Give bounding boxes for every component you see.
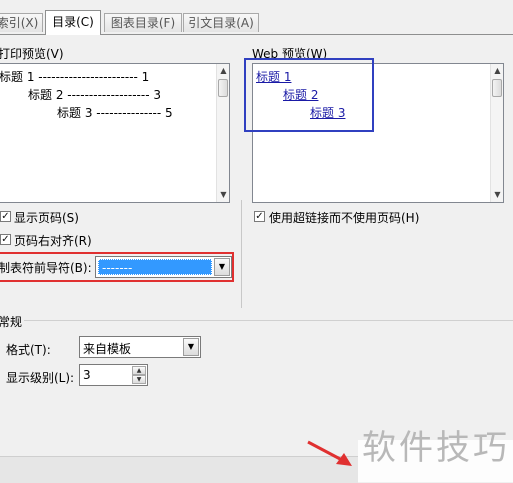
annotation-box-red [0,252,234,282]
tab-citations[interactable]: 引文目录(A) [183,13,259,32]
print-entry-3: 标题 3 --------------- 5 [57,106,173,120]
right-align-checkbox[interactable]: ✓ [0,234,11,245]
show-page-numbers-checkbox[interactable]: ✓ [0,211,11,222]
format-label: 格式(T): [6,343,51,357]
tab-citations-label: 引文目录(A) [188,16,254,30]
scroll-thumb[interactable] [492,79,502,97]
use-hyperlinks-checkbox[interactable]: ✓ [254,211,265,222]
tab-index-label: 索引(X) [0,16,39,30]
spin-up-icon[interactable]: ▲ [132,366,146,375]
column-divider [241,200,242,308]
print-entry-1: 标题 1 ----------------------- 1 [0,70,150,84]
annotation-box-blue [244,58,374,132]
right-align-label: 页码右对齐(R) [14,234,92,248]
tab-figures-label: 图表目录(F) [110,16,176,30]
print-preview-box: 标题 1 ----------------------- 1 标题 2 ----… [0,63,230,203]
tab-toc-label: 目录(C) [52,15,94,29]
tab-bar: 索引(X) 目录(C) 图表目录(F) 引文目录(A) [0,0,513,35]
web-preview-scrollbar[interactable]: ▲ ▼ [490,64,503,202]
levels-value: 3 [83,368,91,382]
format-value: 来自模板 [83,342,132,356]
scroll-up-icon[interactable]: ▲ [491,65,503,77]
print-preview-label: 打印预览(V) [0,47,64,61]
red-arrow-icon [307,440,352,466]
general-group-title: 常规 [0,315,23,329]
print-preview-scrollbar[interactable]: ▲ ▼ [216,64,229,202]
tab-toc[interactable]: 目录(C) [45,10,101,35]
chevron-down-icon[interactable]: ▼ [183,338,199,356]
spin-down-icon[interactable]: ▼ [132,375,146,384]
print-entry-2: 标题 2 ------------------- 3 [28,88,161,102]
scroll-down-icon[interactable]: ▼ [217,189,229,201]
use-hyperlinks-label: 使用超链接而不使用页码(H) [269,211,420,225]
format-dropdown[interactable]: 来自模板 ▼ [79,336,201,358]
levels-spinner[interactable]: 3 ▲ ▼ [79,364,148,386]
general-group-line [24,320,513,321]
tab-figures[interactable]: 图表目录(F) [104,13,182,32]
scroll-up-icon[interactable]: ▲ [217,65,229,77]
show-page-numbers-label: 显示页码(S) [14,211,79,225]
tab-index[interactable]: 索引(X) [0,13,43,32]
scroll-thumb[interactable] [218,79,228,97]
levels-label: 显示级别(L): [6,371,75,385]
scroll-down-icon[interactable]: ▼ [491,189,503,201]
watermark-text: 软件技巧 [362,428,510,468]
